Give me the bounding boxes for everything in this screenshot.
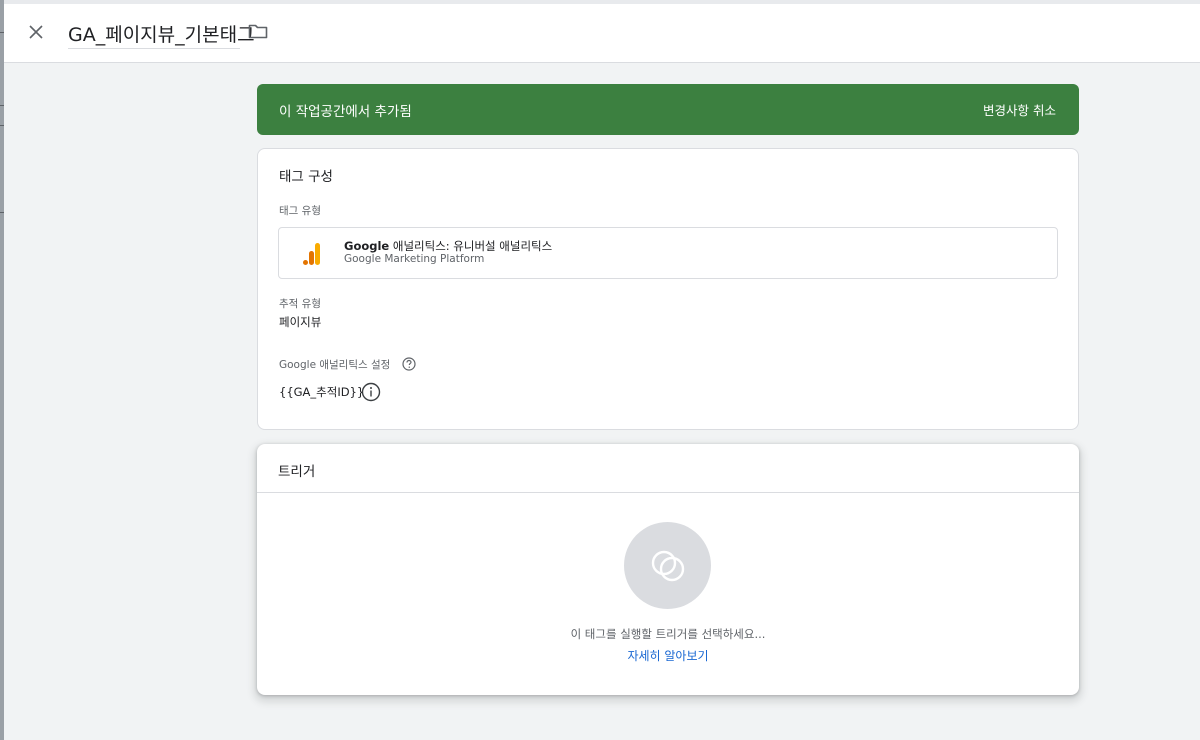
track-type-value: 페이지뷰 (279, 315, 322, 329)
track-type-label: 추적 유형 (279, 298, 321, 310)
tag-type-label: 태그 유형 (279, 205, 321, 217)
ga-settings-value: {{GA_추적ID}} (279, 385, 365, 399)
close-button[interactable] (24, 20, 48, 44)
tag-configuration-card: 태그 구성 태그 유형 Google 애널리틱스: 유니버설 애널리틱스 Goo… (257, 148, 1079, 430)
trigger-header: 트리거 (257, 444, 1079, 493)
learn-more-link[interactable]: 자세히 알아보기 (257, 647, 1079, 664)
workspace-status-banner: 이 작업공간에서 추가됨 변경사항 취소 (257, 84, 1079, 135)
discard-changes-button[interactable]: 변경사항 취소 (983, 100, 1056, 119)
google-analytics-icon (303, 243, 320, 265)
tag-name-input[interactable]: GA_페이지뷰_기본태그 (68, 17, 255, 49)
close-icon (29, 25, 43, 39)
tag-type-name-product: 애널리틱스: 유니버설 애널리틱스 (389, 239, 553, 253)
trigger-hint: 이 태그를 실행할 트리거를 선택하세요... (570, 627, 766, 641)
tag-type-selector[interactable]: Google 애널리틱스: 유니버설 애널리틱스 Google Marketin… (278, 227, 1058, 279)
trigger-title: 트리거 (278, 464, 316, 480)
editor-header: GA_페이지뷰_기본태그 (4, 0, 1200, 63)
edge-tick (0, 212, 4, 213)
info-icon[interactable] (361, 382, 381, 402)
edge-tick (0, 105, 4, 106)
tag-type-provider: Google Marketing Platform (344, 253, 485, 265)
folder-button[interactable] (248, 23, 270, 43)
folder-icon (248, 24, 268, 39)
banner-message: 이 작업공간에서 추가됨 (279, 103, 412, 120)
add-trigger-button[interactable] (624, 522, 711, 609)
ga-settings-label: Google 애널리틱스 설정 (279, 359, 391, 371)
trigger-icon (651, 550, 684, 581)
tag-config-title: 태그 구성 (279, 169, 333, 185)
edge-tick (0, 125, 4, 126)
tag-type-name: Google 애널리틱스: 유니버설 애널리틱스 (344, 238, 552, 254)
window-left-edge (0, 0, 4, 740)
trigger-card: 트리거 이 태그를 실행할 트리거를 선택하세요... 자세히 알아보기 (257, 444, 1079, 695)
tag-type-name-brand: Google (344, 239, 390, 253)
help-icon[interactable] (402, 357, 416, 371)
